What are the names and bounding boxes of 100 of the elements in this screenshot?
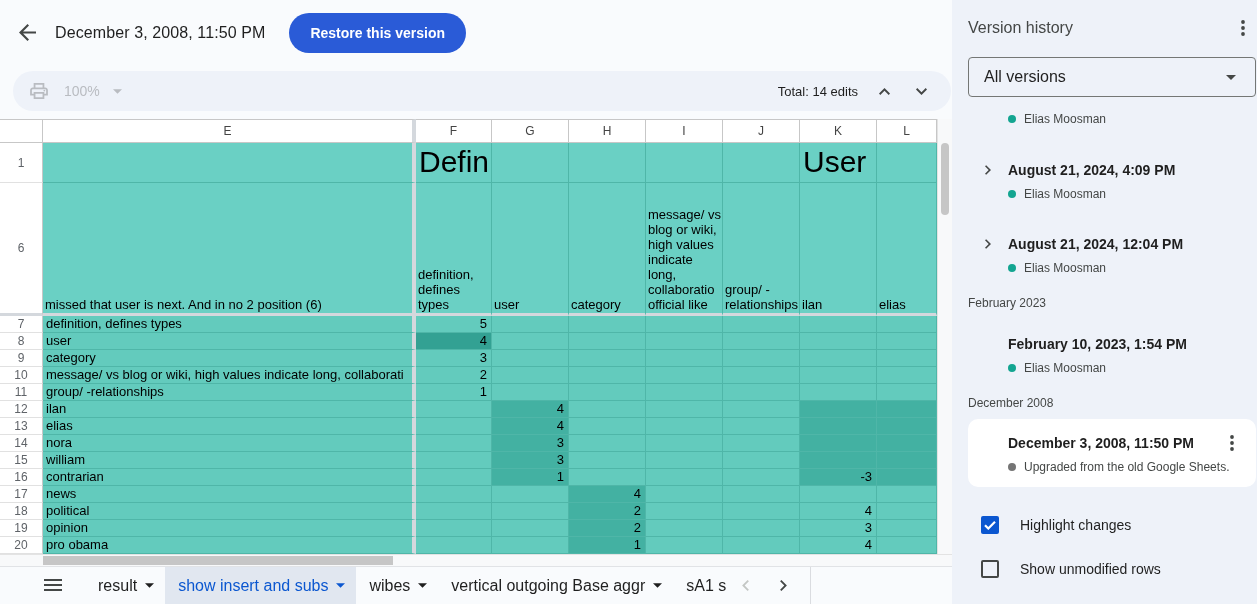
more-options-icon[interactable] [1241,20,1245,36]
row-number[interactable]: 8 [0,333,43,350]
table-cell: 3 [492,452,569,469]
table-cell: opinion [43,520,416,537]
version-title: December 3, 2008, 11:50 PM [55,23,266,42]
scroll-thumb[interactable] [43,556,393,565]
row-number[interactable]: 14 [0,435,43,452]
caret-icon [1226,74,1236,80]
more-options-icon[interactable] [1230,435,1234,451]
sheet-tab[interactable]: vertical outgoing Base aggr [438,567,674,604]
scroll-thumb[interactable] [941,143,949,215]
table-cell: 3 [416,350,492,367]
row-number[interactable]: 6 [0,183,43,316]
checkbox[interactable] [981,560,999,578]
version-item[interactable]: August 21, 2024, 4:09 PM Elias Moosman [968,145,1256,219]
version-item[interactable]: December 3, 2008, 11:50 PM Upgraded from the old Google Sheets. [968,419,1256,487]
version-subtitle: Elias Moosman [1024,187,1107,201]
table-cell: message/ vs blog or wiki, high values indicate long, collaborati [43,367,416,384]
row-number[interactable]: 10 [0,367,43,384]
caret-icon[interactable] [145,583,155,588]
column-header[interactable]: J [723,119,800,143]
chevron-right-icon[interactable] [985,239,991,249]
table-cell: 1 [416,384,492,401]
checkbox-label[interactable]: Highlight changes [1020,517,1132,533]
version-item[interactable]: Elias Moosman [968,97,1256,145]
table-cell: User [800,143,877,183]
column-header[interactable]: H [569,119,646,143]
table-cell: message/ vs blog or wiki, high values indicate long, collaboratio official like [646,183,723,316]
checkbox-label[interactable]: Show unmodified rows [1020,561,1161,577]
table-cell: group/ -relationships [43,384,416,401]
row-number[interactable]: 15 [0,452,43,469]
table-cell: elias [877,183,937,316]
sheet-tab[interactable]: wibes [356,567,439,604]
table-cell: 4 [800,537,877,554]
row-number[interactable]: 13 [0,418,43,435]
row-number[interactable]: 18 [0,503,43,520]
chevron-right-icon[interactable] [779,580,787,591]
caret-icon [112,88,122,94]
back-arrow-icon[interactable] [19,24,36,41]
table-cell: 3 [800,520,877,537]
restore-button[interactable]: Restore this version [289,12,467,53]
version-date: August 21, 2024, 12:04 PM [1008,236,1185,252]
row-number[interactable]: 16 [0,469,43,486]
version-item[interactable]: August 21, 2024, 12:04 PM Elias Moosman [968,219,1256,293]
table-cell: 3 [492,435,569,452]
row-number[interactable]: 17 [0,486,43,503]
table-cell: 2 [569,520,646,537]
table-cell: elias [43,418,416,435]
column-header[interactable]: G [492,119,569,143]
table-cell: -3 [800,469,877,486]
table-cell: missed that user is next. And in no 2 position (6) [43,183,416,316]
column-header[interactable]: L [877,119,937,143]
menu-icon[interactable] [44,579,62,591]
version-subtitle: Upgraded from the old Google Sheets. [1024,460,1230,474]
month-heading: February 2023 [968,295,1048,312]
table-cell: pro obama [43,537,416,554]
table-cell: ilan [43,401,416,418]
row-number[interactable]: 11 [0,384,43,401]
table-cell: 4 [492,401,569,418]
caret-icon[interactable] [418,583,428,588]
table-cell: 1 [569,537,646,554]
version-item[interactable]: February 10, 2023, 1:54 PM Elias Moosman [968,319,1256,393]
table-cell: user [43,333,416,350]
table-cell: william [43,452,416,469]
version-date: December 3, 2008, 11:50 PM [1008,435,1195,451]
row-number[interactable]: 9 [0,350,43,367]
table-cell: user [492,183,569,316]
column-header[interactable]: F [416,119,492,143]
checkbox[interactable] [981,516,999,534]
table-cell: 5 [416,316,492,333]
version-subtitle: Elias Moosman [1024,361,1107,375]
row-number[interactable]: 20 [0,537,43,554]
table-cell: ilan [800,183,877,316]
table-cell: news [43,486,416,503]
table-cell: 4 [569,486,646,503]
chevron-down-icon[interactable] [916,87,927,95]
row-number[interactable]: 1 [0,143,43,183]
chevron-right-icon[interactable] [985,165,991,175]
table-cell: definition, defines types [416,183,492,316]
sheet-tab[interactable]: show insert and subs [165,567,357,604]
chevron-up-icon[interactable] [879,87,890,95]
row-number[interactable]: 7 [0,316,43,333]
column-header[interactable]: I [646,119,723,143]
row-number[interactable]: 19 [0,520,43,537]
table-cell: category [569,183,646,316]
table-cell: category [43,350,416,367]
table-cell: 4 [492,418,569,435]
caret-icon[interactable] [653,583,663,588]
table-cell: 4 [800,503,877,520]
sheet-tab[interactable]: sA1 s [673,567,727,604]
column-header[interactable]: E [43,119,416,143]
column-header[interactable]: K [800,119,877,143]
row-number[interactable]: 12 [0,401,43,418]
table-cell: political [43,503,416,520]
version-filter-dropdown[interactable]: All versions [968,57,1256,97]
version-date: August 21, 2024, 4:09 PM [1008,162,1177,178]
table-cell: 2 [569,503,646,520]
table-cell: Defin [416,143,492,183]
table-cell: definition, defines types [43,316,416,333]
sheet-tab[interactable]: result [85,567,166,604]
